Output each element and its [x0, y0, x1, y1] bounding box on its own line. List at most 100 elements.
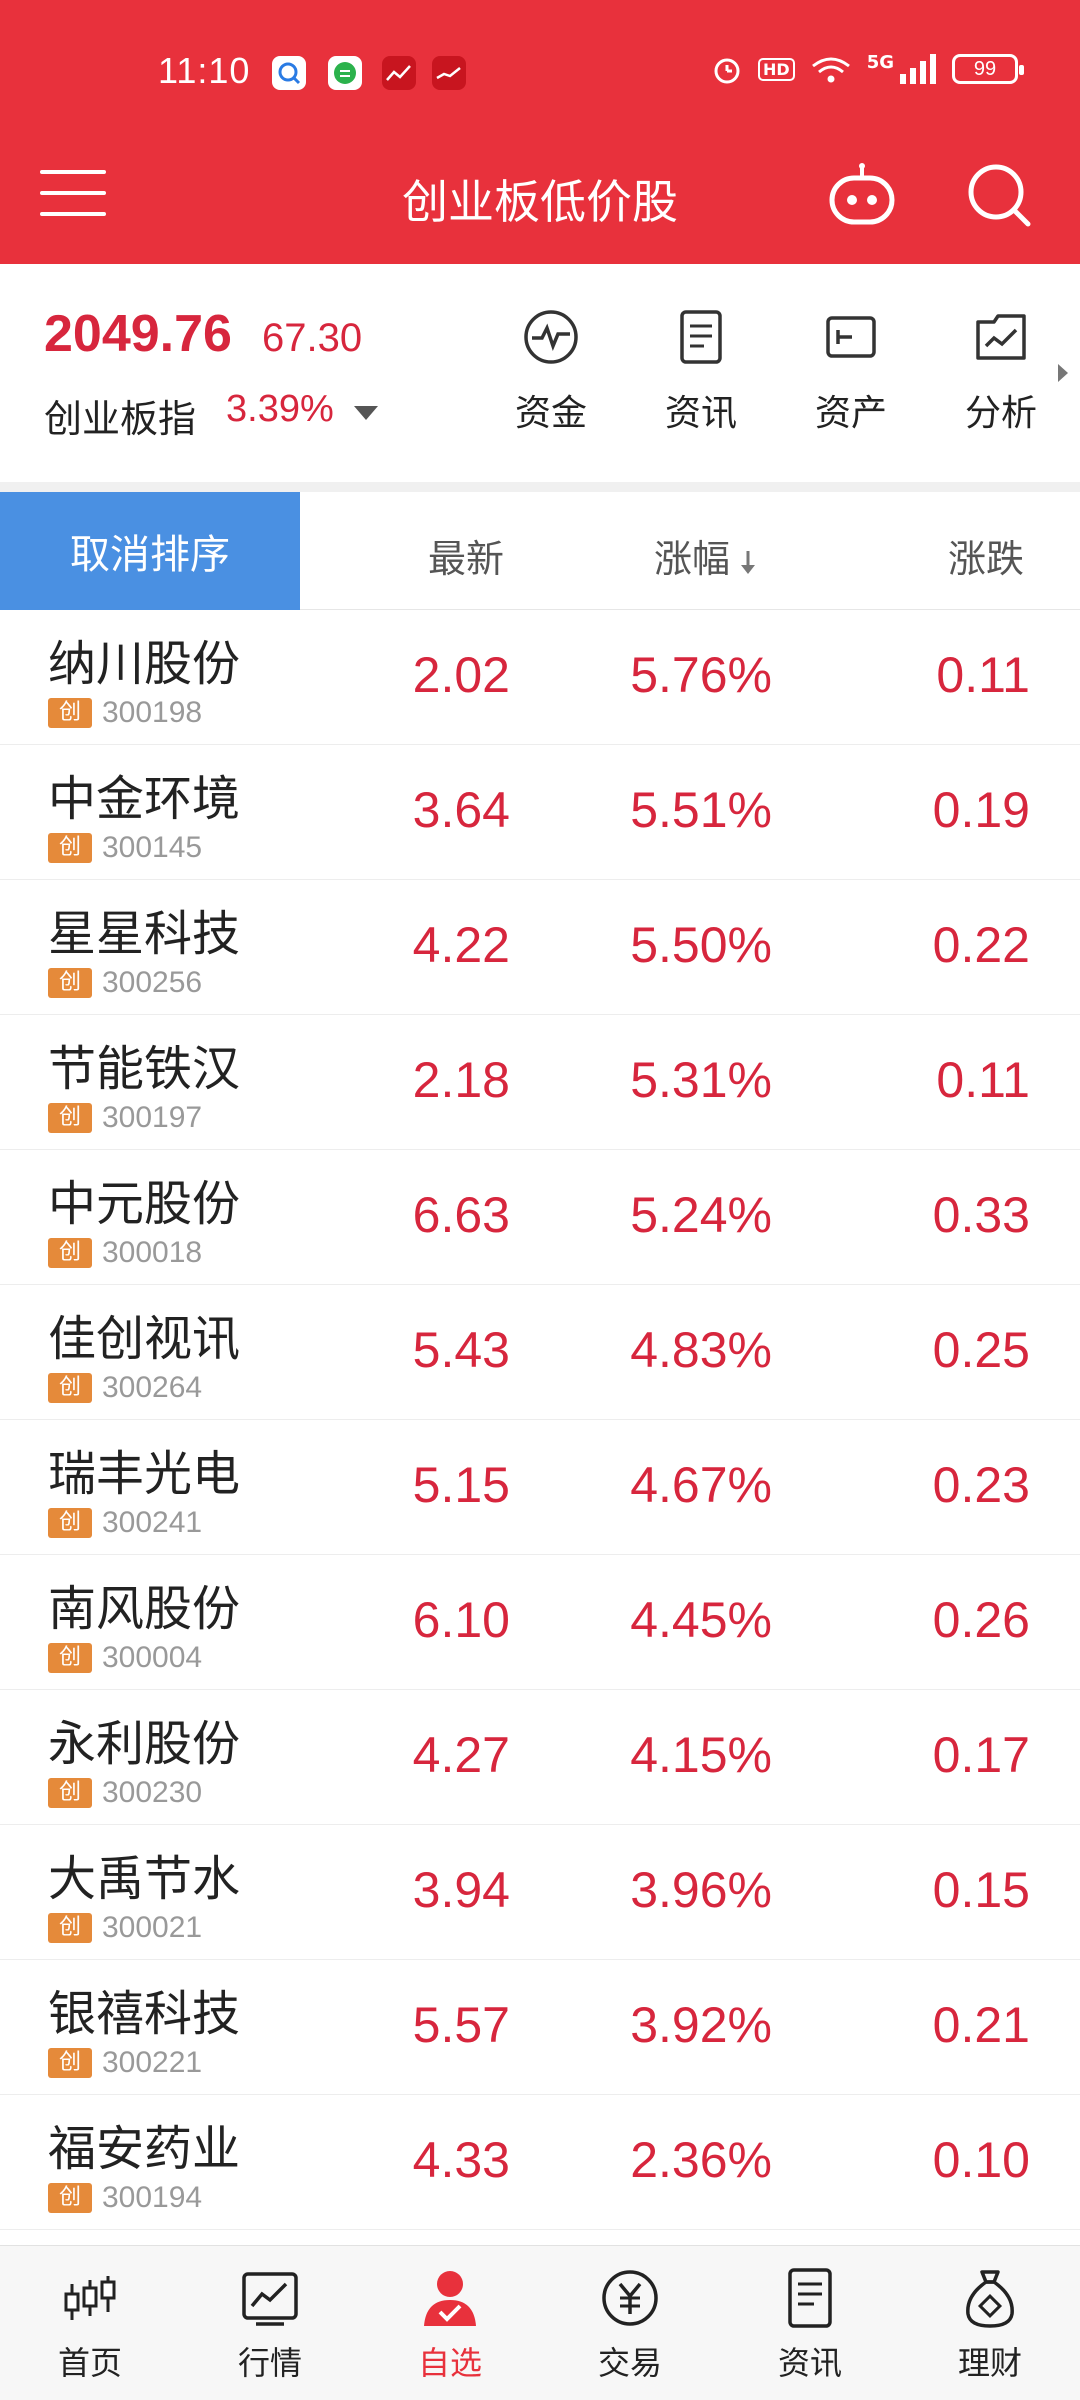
- stock-name: 中金环境: [48, 771, 241, 827]
- column-percent-header[interactable]: 涨幅: [654, 528, 758, 583]
- tab-trade[interactable]: 交易: [570, 2266, 690, 2384]
- stock-percent: 2.36%: [630, 2132, 772, 2188]
- stock-percent: 5.24%: [630, 1187, 772, 1243]
- stock-percent: 4.45%: [630, 1592, 772, 1648]
- board-badge: 创: [48, 1778, 92, 1808]
- stock-percent: 5.50%: [630, 917, 772, 973]
- status-indicators: HD 5G 99: [710, 52, 1024, 86]
- board-badge: 创: [48, 698, 92, 728]
- table-row[interactable]: 南风股份 创 300004 6.10 4.45% 0.26: [0, 1555, 1080, 1690]
- tab-home[interactable]: 首页: [30, 2266, 150, 2384]
- board-badge: 创: [48, 833, 92, 863]
- stock-change: 0.22: [932, 917, 1030, 973]
- table-row[interactable]: 佳创视讯 创 300264 5.43 4.83% 0.25: [0, 1285, 1080, 1420]
- quick-link-label: 资讯: [664, 393, 737, 434]
- section-divider: [0, 482, 1080, 492]
- stock-code: 300256: [102, 966, 203, 999]
- index-name: 创业板指: [44, 397, 197, 441]
- stock-change: 0.25: [932, 1322, 1030, 1378]
- messaging-app-notification-icon: [328, 56, 362, 90]
- status-time: 11:10: [158, 50, 251, 91]
- stock-code: 300194: [102, 2181, 203, 2214]
- robot-assistant-icon[interactable]: [826, 162, 898, 228]
- stock-change: 0.19: [932, 782, 1030, 838]
- index-summary[interactable]: 2049.76 67.30 创业板指 3.39% 资金 资讯 资产 分析: [0, 264, 1080, 482]
- tab-wealth[interactable]: 理财: [930, 2266, 1050, 2384]
- quick-link-analysis[interactable]: 分析: [946, 308, 1056, 436]
- stock-percent: 5.76%: [630, 647, 772, 703]
- quick-link-news[interactable]: 资讯: [646, 308, 756, 436]
- stock-code: 300198: [102, 696, 203, 729]
- column-latest[interactable]: 最新: [428, 528, 504, 583]
- table-row[interactable]: 星星科技 创 300256 4.22 5.50% 0.22: [0, 880, 1080, 1015]
- stock-name: 福安药业: [48, 2121, 241, 2177]
- stock-code: 300221: [102, 2046, 203, 2079]
- wallet-icon: [826, 316, 876, 358]
- bottom-nav: 首页 行情 自选 交易 资讯 理财: [0, 2245, 1080, 2400]
- index-price: 2049.76: [44, 305, 232, 363]
- table-row[interactable]: 银禧科技 创 300221 5.57 3.92% 0.21: [0, 1960, 1080, 2095]
- index-change: 67.30: [262, 316, 363, 360]
- money-bag-icon: [966, 2270, 1014, 2328]
- stock-change: 0.15: [932, 1862, 1030, 1918]
- search-app-notification-icon: [272, 56, 306, 90]
- more-arrow-icon[interactable]: [1058, 364, 1068, 382]
- pulse-icon: [524, 310, 578, 364]
- stock-code: 300021: [102, 1911, 203, 1944]
- stock-code: 300197: [102, 1101, 203, 1134]
- quick-link-assets[interactable]: 资产: [796, 308, 906, 436]
- column-percent: 涨幅: [654, 537, 731, 581]
- signal-icon: [900, 54, 936, 84]
- table-row[interactable]: 中金环境 创 300145 3.64 5.51% 0.19: [0, 745, 1080, 880]
- table-row[interactable]: 福安药业 创 300194 4.33 2.36% 0.10: [0, 2095, 1080, 2230]
- board-badge: 创: [48, 968, 92, 998]
- cancel-sort-button[interactable]: 取消排序: [0, 492, 300, 610]
- stock-percent: 3.92%: [630, 1997, 772, 2053]
- table-row[interactable]: 节能铁汉 创 300197 2.18 5.31% 0.11: [0, 1015, 1080, 1150]
- stock-change: 0.23: [932, 1457, 1030, 1513]
- stock-change: 0.10: [932, 2132, 1030, 2188]
- board-badge: 创: [48, 1238, 92, 1268]
- board-badge: 创: [48, 2048, 92, 2078]
- stock-price: 2.02: [412, 647, 510, 703]
- stock-price: 3.64: [412, 782, 510, 838]
- user-check-icon: [424, 2271, 476, 2326]
- index-percent: 3.39%: [226, 388, 334, 430]
- stock-name: 永利股份: [48, 1716, 241, 1772]
- index-dropdown-caret[interactable]: [354, 406, 378, 420]
- stock-name: 佳创视讯: [48, 1311, 241, 1367]
- stock-name: 中元股份: [48, 1176, 241, 1232]
- tab-news[interactable]: 资讯: [750, 2266, 870, 2384]
- tab-label: 首页: [57, 2344, 122, 2382]
- table-header: 取消排序 最新 涨幅 涨跌: [0, 492, 1080, 610]
- quick-link-funds[interactable]: 资金: [496, 308, 606, 436]
- wifi-icon: [811, 57, 850, 83]
- stock-name: 星星科技: [48, 906, 241, 962]
- tab-watchlist[interactable]: 自选: [390, 2266, 510, 2384]
- board-badge: 创: [48, 1103, 92, 1133]
- stock-percent: 4.67%: [630, 1457, 772, 1513]
- chart-app-notification-icon: [432, 56, 466, 90]
- tab-market[interactable]: 行情: [210, 2266, 330, 2384]
- quick-link-label: 资金: [514, 393, 587, 434]
- stock-code: 300241: [102, 1506, 203, 1539]
- stock-price: 5.15: [412, 1457, 510, 1513]
- stock-code: 300145: [102, 831, 203, 864]
- stock-change: 0.11: [936, 1052, 1030, 1108]
- table-row[interactable]: 纳川股份 创 300198 2.02 5.76% 0.11: [0, 610, 1080, 745]
- menu-icon[interactable]: [40, 170, 106, 220]
- stock-name: 瑞丰光电: [48, 1446, 241, 1502]
- battery-indicator: 99: [952, 54, 1024, 84]
- table-row[interactable]: 中元股份 创 300018 6.63 5.24% 0.33: [0, 1150, 1080, 1285]
- stock-percent: 3.96%: [630, 1862, 772, 1918]
- table-row[interactable]: 瑞丰光电 创 300241 5.15 4.67% 0.23: [0, 1420, 1080, 1555]
- column-change[interactable]: 涨跌: [948, 528, 1024, 583]
- chart-folder-icon: [976, 314, 1026, 360]
- stock-percent: 5.51%: [630, 782, 772, 838]
- table-row[interactable]: 永利股份 创 300230 4.27 4.15% 0.17: [0, 1690, 1080, 1825]
- trend-chart-icon: [242, 2272, 298, 2326]
- stock-change: 0.21: [932, 1997, 1030, 2053]
- table-row[interactable]: 大禹节水 创 300021 3.94 3.96% 0.15: [0, 1825, 1080, 1960]
- document-icon: [680, 310, 722, 364]
- search-icon[interactable]: [964, 160, 1034, 230]
